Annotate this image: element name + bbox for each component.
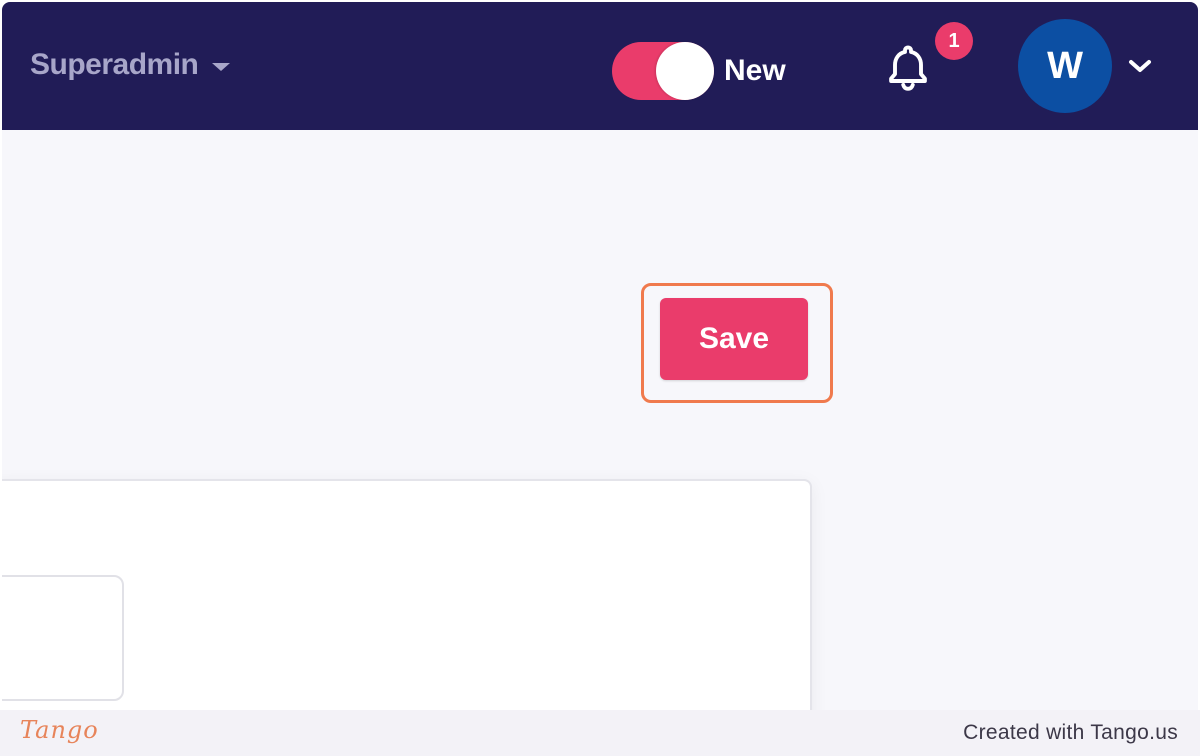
user-avatar[interactable]: W	[1018, 19, 1112, 113]
toggle-switch[interactable]	[612, 42, 714, 100]
notification-count-badge: 1	[935, 22, 973, 60]
save-button[interactable]: Save	[660, 298, 808, 380]
toggle-label: New	[724, 54, 786, 87]
form-field[interactable]	[2, 575, 124, 701]
tango-logo: Tango	[20, 716, 99, 744]
new-version-toggle[interactable]: New	[612, 42, 786, 100]
workspace-switcher[interactable]: Superadmin	[30, 48, 231, 82]
bell-icon	[889, 45, 927, 91]
app-screen: Superadmin New 1 W Save	[2, 2, 1198, 710]
tango-footer: Tango Created with Tango.us	[0, 710, 1200, 756]
created-with-text: Created with Tango.us	[963, 721, 1178, 744]
caret-down-icon	[212, 63, 231, 71]
notifications-button[interactable]: 1	[882, 22, 973, 98]
screenshot-frame: Superadmin New 1 W Save Tango Created wi…	[0, 0, 1200, 756]
toggle-knob	[656, 42, 714, 100]
workspace-label: Superadmin	[30, 48, 199, 81]
chevron-down-icon[interactable]	[1126, 56, 1154, 76]
top-navigation-bar: Superadmin New 1 W	[2, 2, 1198, 130]
